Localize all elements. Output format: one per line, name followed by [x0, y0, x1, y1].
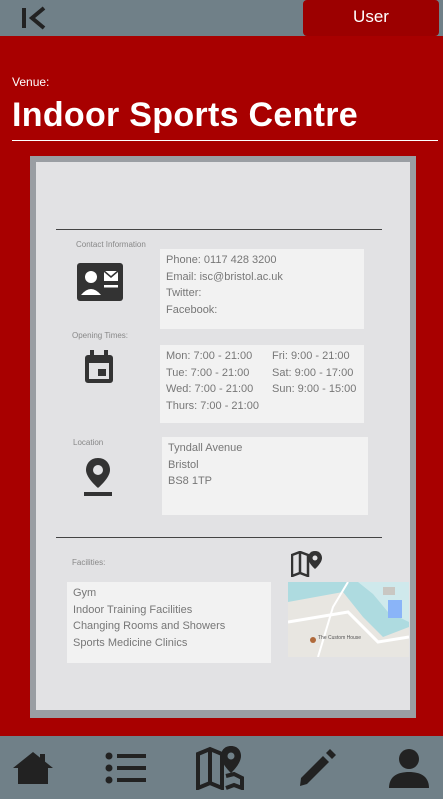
hours-left: Wed: 7:00 - 21:00 — [166, 383, 254, 395]
opening-times-box: Mon: 7:00 - 21:00 Fri: 9:00 - 21:00 Tue: … — [160, 345, 364, 423]
hours-row: Mon: 7:00 - 21:00 Fri: 9:00 - 21:00 — [166, 348, 358, 365]
address-line: BS8 1TP — [168, 475, 213, 487]
map-thumbnail[interactable]: The Custom House — [288, 582, 409, 657]
facility-item: Changing Rooms and Showers — [73, 620, 226, 632]
home-icon — [13, 751, 53, 784]
contact-facebook[interactable]: Facebook: — [166, 302, 358, 319]
map-image — [288, 582, 409, 657]
map-place-label: The Custom House — [318, 635, 362, 641]
nav-home[interactable] — [3, 736, 63, 799]
divider — [56, 537, 382, 538]
contact-info-box: Phone: 0117 428 3200 Email: isc@bristol.… — [160, 249, 364, 329]
hours-row: Tue: 7:00 - 21:00 Sat: 9:00 - 17:00 — [166, 365, 358, 382]
pencil-icon — [300, 748, 336, 786]
calendar-icon — [85, 350, 113, 383]
location-pin-icon — [84, 458, 112, 496]
hours-left: Tue: 7:00 - 21:00 — [166, 366, 250, 379]
facility-item: Sports Medicine Clinics — [73, 636, 188, 649]
bottom-nav — [0, 736, 443, 799]
facility-item: Indoor Training Facilities — [73, 603, 193, 616]
hours-left: Mon: 7:00 - 21:00 — [166, 350, 253, 362]
user-button[interactable]: User — [303, 0, 439, 36]
facilities-box: Gym Indoor Training Facilities Changing … — [67, 582, 271, 663]
list-icon — [105, 752, 146, 783]
hours-row: Thurs: 7:00 - 21:00 — [166, 398, 358, 415]
location-box: Tyndall Avenue Bristol BS8 1TP — [162, 437, 368, 515]
contact-section-label: Contact Information — [76, 240, 146, 249]
map-icon[interactable] — [291, 551, 323, 577]
hours-right: Fri: 9:00 - 21:00 — [272, 350, 350, 362]
map-icon — [196, 745, 244, 790]
facilities-section-label: Facilities: — [72, 558, 106, 567]
person-icon — [389, 748, 429, 788]
page-title: Indoor Sports Centre — [12, 96, 359, 134]
hours-right: Sat: 9:00 - 17:00 — [272, 366, 354, 379]
hours-right: Sun: 9:00 - 15:00 — [272, 383, 357, 395]
collapse-left-icon — [22, 6, 46, 30]
nav-profile[interactable] — [379, 736, 439, 799]
address-line: Bristol — [168, 458, 199, 471]
back-button[interactable] — [20, 6, 50, 30]
address-line: Tyndall Avenue — [168, 442, 243, 454]
contact-phone[interactable]: Phone: 0117 428 3200 — [166, 252, 358, 269]
opening-section-label: Opening Times: — [72, 331, 129, 340]
hours-row: Wed: 7:00 - 21:00 Sun: 9:00 - 15:00 — [166, 381, 358, 398]
facility-item: Gym — [73, 587, 97, 599]
top-bar: User — [0, 0, 443, 36]
nav-edit[interactable] — [287, 736, 347, 799]
hours-left: Thurs: 7:00 - 21:00 — [166, 399, 259, 412]
nav-list[interactable] — [96, 736, 156, 799]
nav-map[interactable] — [190, 736, 250, 799]
contact-twitter[interactable]: Twitter: — [166, 285, 358, 302]
contact-card-icon — [77, 263, 123, 301]
divider — [56, 229, 382, 230]
location-section-label: Location — [73, 438, 104, 447]
contact-email[interactable]: Email: isc@bristol.ac.uk — [166, 269, 358, 286]
title-divider — [12, 140, 438, 141]
venue-label: Venue: — [12, 75, 50, 89]
